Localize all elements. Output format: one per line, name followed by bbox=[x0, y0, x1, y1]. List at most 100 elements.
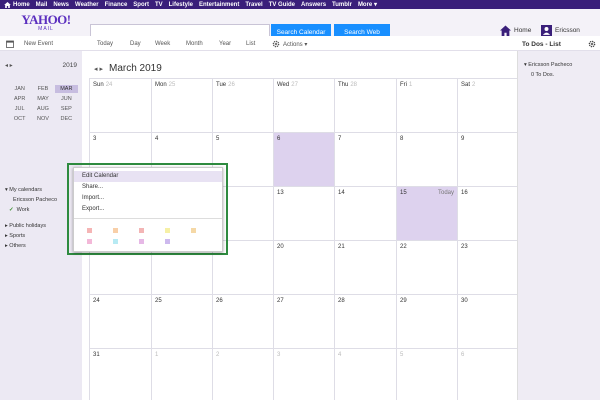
user-menu[interactable]: Ericsson bbox=[541, 25, 580, 36]
nav-tv[interactable]: TV bbox=[155, 2, 169, 8]
color-swatch[interactable] bbox=[191, 228, 196, 233]
date-number: 8 bbox=[400, 136, 404, 142]
month-nav-arrows[interactable]: ◂ ▸ bbox=[94, 65, 103, 73]
nav-tumblr[interactable]: Tumblr bbox=[332, 2, 358, 8]
day-cell[interactable]: Fri 1 bbox=[396, 78, 457, 132]
day-cell[interactable]: 7 bbox=[334, 132, 396, 186]
nav-entertainment[interactable]: Entertainment bbox=[199, 2, 245, 8]
day-cell[interactable]: 5 bbox=[396, 348, 457, 400]
color-swatch[interactable] bbox=[87, 239, 92, 244]
day-cell[interactable]: 3 bbox=[273, 348, 334, 400]
day-cell[interactable]: Sun 24 bbox=[89, 78, 151, 132]
day-cell[interactable]: Thu 28 bbox=[334, 78, 396, 132]
menu-import[interactable]: Import... bbox=[74, 193, 222, 204]
nav-mail[interactable]: Mail bbox=[36, 2, 54, 8]
day-cell[interactable]: Wed 27 bbox=[273, 78, 334, 132]
day-cell[interactable]: 14 bbox=[334, 186, 396, 240]
color-swatch[interactable] bbox=[139, 228, 144, 233]
day-cell[interactable]: 6 bbox=[273, 132, 334, 186]
date-number: 6 bbox=[461, 352, 465, 358]
month-feb[interactable]: FEB bbox=[31, 85, 54, 93]
day-cell[interactable]: 15 Today bbox=[396, 186, 457, 240]
day-cell[interactable]: 25 bbox=[151, 294, 212, 348]
month-mar[interactable]: MAR bbox=[54, 85, 78, 93]
day-cell[interactable]: 1 bbox=[151, 348, 212, 400]
view-day[interactable]: Day bbox=[130, 41, 141, 47]
day-cell[interactable]: 16 bbox=[457, 186, 517, 240]
day-cell[interactable]: 2 bbox=[212, 348, 273, 400]
day-cell[interactable]: 23 bbox=[457, 240, 517, 294]
day-cell[interactable]: 26 bbox=[212, 294, 273, 348]
nav-sport[interactable]: Sport bbox=[133, 2, 155, 8]
date-number: 26 bbox=[216, 298, 223, 304]
day-cell[interactable]: 30 bbox=[457, 294, 517, 348]
day-cell[interactable]: 28 bbox=[334, 294, 396, 348]
year-nav-arrows[interactable]: ◂ ▸ bbox=[5, 62, 13, 69]
todos-owner[interactable]: ▾ Ericsson Pacheco bbox=[524, 62, 572, 68]
month-apr[interactable]: APR bbox=[8, 95, 31, 103]
color-swatch[interactable] bbox=[165, 239, 170, 244]
color-swatch[interactable] bbox=[87, 228, 92, 233]
date-number: 3 bbox=[277, 352, 281, 358]
yahoo-mail-logo[interactable]: YAHOO! MAIL bbox=[21, 13, 71, 32]
month-nov[interactable]: NOV bbox=[31, 115, 54, 123]
home-icon bbox=[500, 25, 511, 36]
todos-settings-icon[interactable] bbox=[588, 40, 596, 48]
day-cell[interactable]: 6 bbox=[457, 348, 517, 400]
color-swatch[interactable] bbox=[165, 228, 170, 233]
view-year[interactable]: Year bbox=[219, 41, 231, 47]
month-aug[interactable]: AUG bbox=[31, 105, 54, 113]
gear-icon[interactable] bbox=[272, 40, 280, 48]
day-cell[interactable]: 4 bbox=[334, 348, 396, 400]
color-swatch[interactable] bbox=[113, 228, 118, 233]
header-home-link[interactable]: Home bbox=[500, 25, 531, 36]
new-event-icon[interactable] bbox=[6, 40, 14, 48]
color-swatch[interactable] bbox=[139, 239, 144, 244]
day-cell[interactable]: 20 bbox=[273, 240, 334, 294]
menu-edit-calendar[interactable]: Edit Calendar bbox=[74, 171, 222, 182]
month-may[interactable]: MAY bbox=[31, 95, 54, 103]
actions-menu[interactable]: Actions ▾ bbox=[283, 41, 307, 48]
day-cell[interactable]: Mon 25 bbox=[151, 78, 212, 132]
month-jul[interactable]: JUL bbox=[8, 105, 31, 113]
month-jan[interactable]: JAN bbox=[8, 85, 31, 93]
header: YAHOO! MAIL Search Calendar Search Web H… bbox=[0, 9, 600, 40]
menu-export[interactable]: Export... bbox=[74, 204, 222, 215]
nav-finance[interactable]: Finance bbox=[105, 2, 134, 8]
nav-travel[interactable]: Travel bbox=[245, 2, 268, 8]
day-cell[interactable]: Sat 2 bbox=[457, 78, 517, 132]
date-number: 4 bbox=[338, 352, 342, 358]
nav-more[interactable]: More ▾ bbox=[358, 1, 383, 8]
month-oct[interactable]: OCT bbox=[8, 115, 31, 123]
day-cell[interactable]: 21 bbox=[334, 240, 396, 294]
nav-lifestyle[interactable]: Lifestyle bbox=[169, 2, 199, 8]
view-week[interactable]: Week bbox=[155, 41, 170, 47]
calendar-title: March 2019 bbox=[108, 63, 162, 74]
day-cell[interactable]: 31 bbox=[89, 348, 151, 400]
weekday-label: Mon bbox=[155, 82, 167, 88]
home-icon bbox=[4, 1, 11, 8]
nav-tv-guide[interactable]: TV Guide bbox=[269, 2, 301, 8]
day-cell[interactable]: 8 bbox=[396, 132, 457, 186]
menu-share[interactable]: Share... bbox=[74, 182, 222, 193]
nav-news[interactable]: News bbox=[53, 2, 75, 8]
new-event-button[interactable]: New Event bbox=[24, 41, 53, 47]
color-swatch[interactable] bbox=[113, 239, 118, 244]
month-jun[interactable]: JUN bbox=[55, 95, 78, 103]
month-dec[interactable]: DEC bbox=[55, 115, 78, 123]
date-number: 29 bbox=[400, 298, 407, 304]
day-cell[interactable]: 29 bbox=[396, 294, 457, 348]
nav-home[interactable]: Home bbox=[13, 2, 36, 8]
nav-weather[interactable]: Weather bbox=[75, 2, 105, 8]
day-cell[interactable]: 9 bbox=[457, 132, 517, 186]
nav-answers[interactable]: Answers bbox=[301, 2, 332, 8]
day-cell[interactable]: 13 bbox=[273, 186, 334, 240]
month-sep[interactable]: SEP bbox=[55, 105, 78, 113]
view-list[interactable]: List bbox=[246, 41, 255, 47]
day-cell[interactable]: Tue 26 bbox=[212, 78, 273, 132]
day-cell[interactable]: 22 bbox=[396, 240, 457, 294]
view-month[interactable]: Month bbox=[186, 41, 203, 47]
day-cell[interactable]: 24 bbox=[89, 294, 151, 348]
day-cell[interactable]: 27 bbox=[273, 294, 334, 348]
view-today[interactable]: Today bbox=[97, 41, 113, 47]
